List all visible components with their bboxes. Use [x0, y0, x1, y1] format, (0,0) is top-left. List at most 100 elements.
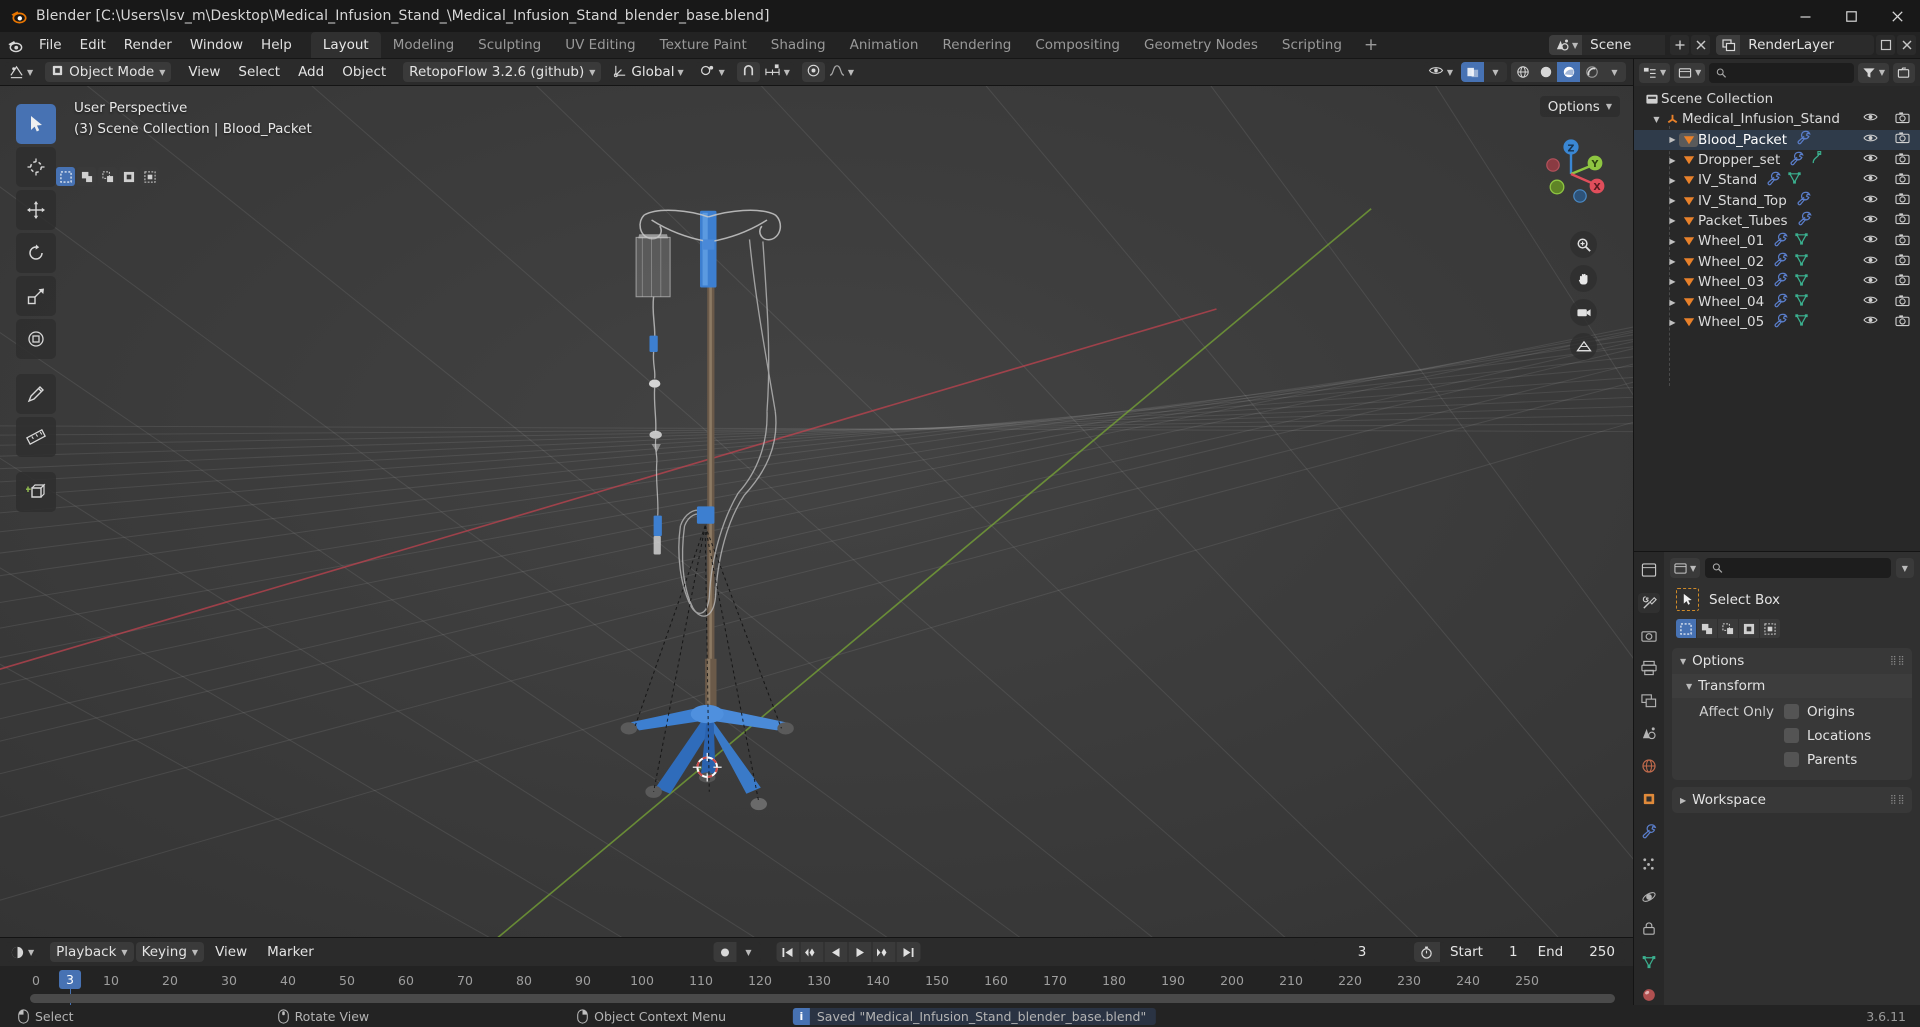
expand-triangle-icon[interactable]: ▶: [1666, 318, 1679, 327]
camera-renderable-icon[interactable]: [1895, 192, 1910, 209]
outliner-row-scene-collection[interactable]: Scene Collection: [1634, 89, 1920, 109]
mesh-triangle-icon[interactable]: [1787, 171, 1802, 189]
snap-target-selector[interactable]: ▼: [759, 62, 794, 82]
move-tool[interactable]: [16, 190, 56, 230]
camera-renderable-icon[interactable]: [1895, 152, 1910, 169]
outliner-search-input[interactable]: [1709, 62, 1854, 83]
scene-name[interactable]: Scene: [1582, 35, 1666, 55]
pivot-point-selector[interactable]: ▼: [695, 62, 729, 82]
visibility-selectability-selector[interactable]: ▼: [1423, 62, 1457, 82]
mesh-triangle-icon[interactable]: [1794, 293, 1809, 311]
select-invert-icon[interactable]: [1739, 619, 1759, 638]
shading-rendered-icon[interactable]: [1580, 62, 1603, 82]
camera-renderable-icon[interactable]: [1895, 253, 1910, 270]
mesh-triangle-icon[interactable]: [1794, 253, 1809, 271]
curve-data-icon[interactable]: [1810, 151, 1823, 169]
play-reverse-icon[interactable]: [824, 942, 848, 962]
material-sphere-icon[interactable]: [1638, 984, 1660, 1005]
modifier-wrench-icon[interactable]: [1638, 821, 1660, 842]
outliner-row-iv-stand-top[interactable]: ▶ IV_Stand_Top: [1634, 190, 1920, 210]
wrench-icon[interactable]: [1773, 293, 1788, 312]
jump-to-end-icon[interactable]: [896, 942, 920, 962]
workspace-panel-header[interactable]: ▶ Workspace ⣿⣿: [1672, 787, 1912, 813]
scene-data-icon[interactable]: ▼: [1548, 35, 1583, 55]
tab-animation[interactable]: Animation: [838, 32, 931, 58]
wrench-icon[interactable]: [1773, 272, 1788, 291]
camera-view-icon[interactable]: [1570, 299, 1597, 326]
outliner-display-mode-icon[interactable]: ▼: [1674, 62, 1706, 83]
select-invert-icon[interactable]: [119, 167, 138, 186]
menu-edit[interactable]: Edit: [71, 32, 115, 58]
outliner-row-wheel-04[interactable]: ▶ Wheel_04: [1634, 292, 1920, 312]
select-subtract-icon[interactable]: [98, 167, 117, 186]
retopoflow-menu[interactable]: RetopoFlow 3.2.6 (github) ▼: [403, 62, 602, 82]
select-extend-icon[interactable]: [77, 167, 96, 186]
wrench-icon[interactable]: [1773, 232, 1788, 251]
view-layer-icon[interactable]: [1716, 35, 1741, 55]
expand-triangle-icon[interactable]: ▼: [1650, 115, 1663, 124]
auto-keying-record-icon[interactable]: [713, 942, 737, 962]
outliner-tree[interactable]: Scene Collection ▼ Medical_Infusion_Stan…: [1634, 86, 1920, 551]
wrench-icon[interactable]: [1773, 313, 1788, 332]
expand-triangle-icon[interactable]: ▶: [1666, 156, 1679, 165]
transform-orientation-selector[interactable]: Global ▼: [609, 62, 688, 82]
current-frame-field[interactable]: 3: [1313, 942, 1410, 962]
origins-checkbox[interactable]: [1784, 704, 1799, 719]
eye-visible-icon[interactable]: [1863, 233, 1878, 249]
outliner-row-medical-infusion-stand[interactable]: ▼ Medical_Infusion_Stand: [1634, 109, 1920, 129]
select-subtract-icon[interactable]: [1718, 619, 1738, 638]
zoom-magnifier-icon[interactable]: [1570, 231, 1597, 258]
menu-help[interactable]: Help: [252, 32, 301, 58]
transform-subpanel-header[interactable]: ▼ Transform: [1672, 674, 1912, 698]
select-set-icon[interactable]: [56, 167, 75, 186]
particles-icon[interactable]: [1638, 854, 1660, 875]
panel-drag-handle[interactable]: ⣿⣿: [1890, 657, 1904, 666]
timeline-menu-playback[interactable]: Playback ▼: [50, 942, 134, 962]
transform-tool[interactable]: [16, 319, 56, 359]
menu-file[interactable]: File: [30, 32, 71, 58]
expand-triangle-icon[interactable]: ▶: [1666, 257, 1679, 266]
app-menu-blender-icon[interactable]: [0, 32, 30, 58]
eye-visible-icon[interactable]: [1863, 193, 1878, 209]
scale-tool[interactable]: [16, 276, 56, 316]
camera-renderable-icon[interactable]: [1895, 212, 1910, 229]
proportional-editing-toggle[interactable]: [801, 62, 825, 82]
properties-filter-dropdown-icon[interactable]: ▼: [1895, 558, 1914, 578]
select-intersect-icon[interactable]: [1760, 619, 1780, 638]
select-set-icon[interactable]: [1676, 619, 1696, 638]
physics-orbit-icon[interactable]: [1638, 886, 1660, 907]
timeline-playhead[interactable]: 3: [59, 970, 81, 989]
editor-type-properties-icon[interactable]: [1638, 560, 1660, 581]
properties-search-input[interactable]: [1705, 558, 1891, 578]
tab-modeling[interactable]: Modeling: [381, 32, 466, 58]
tab-shading[interactable]: Shading: [759, 32, 838, 58]
remove-viewlayer-icon[interactable]: [1897, 35, 1916, 55]
select-extend-icon[interactable]: [1697, 619, 1717, 638]
wrench-icon[interactable]: [1789, 151, 1804, 170]
tab-rendering[interactable]: Rendering: [930, 32, 1023, 58]
outliner-row-blood-packet[interactable]: ▶ Blood_Packet: [1634, 129, 1920, 150]
outliner-row-wheel-01[interactable]: ▶ Wheel_01: [1634, 231, 1920, 251]
menu-render[interactable]: Render: [115, 32, 181, 58]
world-globe-icon[interactable]: [1638, 756, 1660, 777]
outliner-row-iv-stand[interactable]: ▶ IV_Stand: [1634, 170, 1920, 190]
properties-editor-type-icon[interactable]: ▼: [1670, 558, 1701, 578]
select-intersect-icon[interactable]: [140, 167, 159, 186]
viewport-options-button[interactable]: Options ▼: [1539, 96, 1620, 117]
editor-type-3dview-icon[interactable]: ▼: [5, 62, 38, 82]
options-panel-header[interactable]: ▼ Options ⣿⣿: [1672, 648, 1912, 674]
minimize-icon[interactable]: [1782, 0, 1828, 32]
filter-funnel-icon[interactable]: ▼: [1857, 62, 1889, 83]
unlink-scene-icon[interactable]: [1691, 35, 1711, 55]
menu-window[interactable]: Window: [181, 32, 252, 58]
timeline-menu-view[interactable]: View: [206, 942, 256, 962]
camera-renderable-icon[interactable]: [1895, 233, 1910, 250]
scene-selector[interactable]: ▼ Scene: [1548, 35, 1666, 55]
shading-solid-icon[interactable]: [1534, 62, 1557, 82]
eye-visible-icon[interactable]: [1863, 314, 1878, 330]
navigation-gizmo[interactable]: Z Y X: [1531, 134, 1611, 214]
eye-visible-icon[interactable]: [1863, 132, 1878, 148]
expand-triangle-icon[interactable]: ▶: [1666, 196, 1679, 205]
shading-dropdown-icon[interactable]: ▼: [1603, 62, 1626, 82]
toggle-ortho-icon[interactable]: [1570, 333, 1597, 360]
